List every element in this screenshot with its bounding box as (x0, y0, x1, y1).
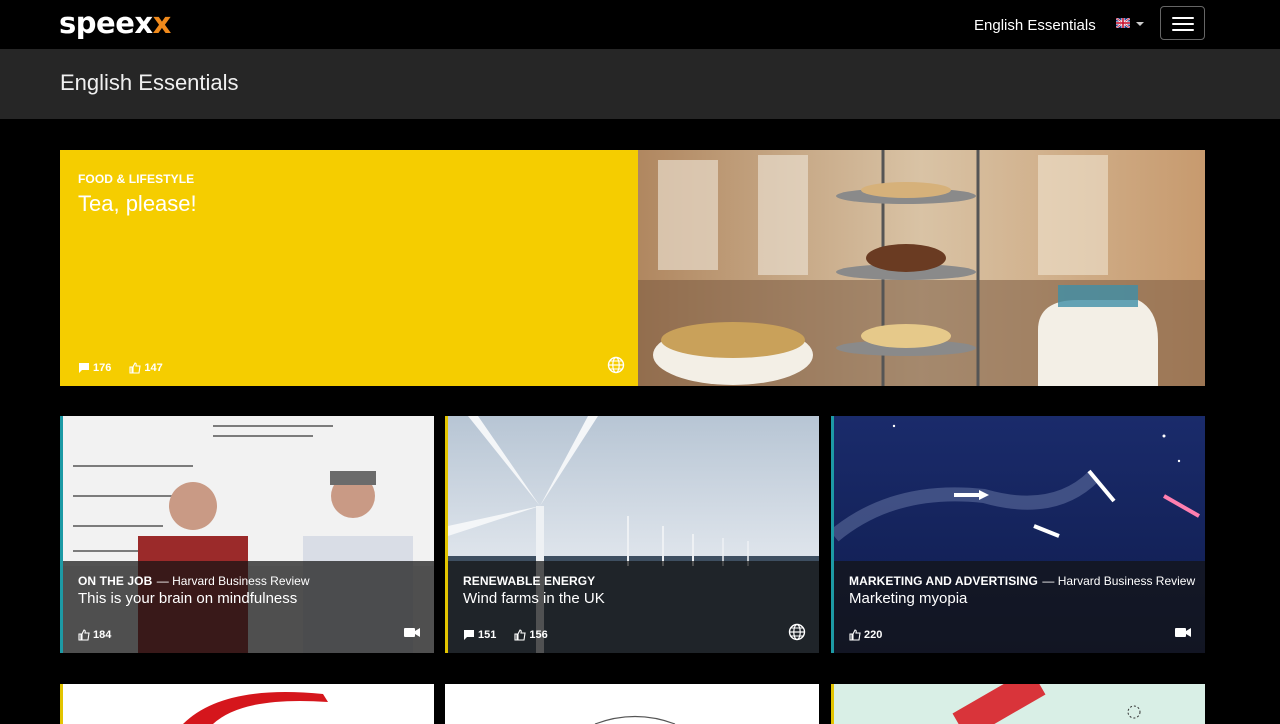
comment-icon (79, 363, 89, 373)
globe-icon (788, 623, 806, 641)
likes-count: 220 (864, 629, 883, 641)
lesson-source: — Harvard Business Review (1042, 574, 1196, 588)
comments-stat: 151 (463, 629, 496, 641)
lesson-title: This is your brain on mindfulness (78, 590, 298, 607)
lesson-thumbnail (594, 715, 676, 724)
featured-lesson-card[interactable]: FOOD & LIFESTYLE Tea, please! 176 147 (60, 150, 1205, 386)
logo-accent: x (152, 6, 172, 40)
lesson-meta: RENEWABLE ENERGY (463, 572, 595, 590)
language-selector[interactable] (1115, 17, 1145, 31)
lesson-thumbnail (183, 692, 328, 724)
lesson-source: — Harvard Business Review (156, 574, 310, 588)
lesson-card[interactable] (831, 684, 1205, 724)
lesson-category: FOOD & LIFESTYLE (78, 172, 195, 186)
likes-count: 147 (144, 362, 163, 374)
likes-count: 184 (93, 629, 112, 641)
speexx-logo[interactable]: speexx (59, 6, 171, 40)
globe-icon (607, 356, 625, 374)
lesson-thumbnail (952, 684, 1141, 724)
menu-bar-icon (1172, 29, 1194, 31)
thumbs-up-icon (78, 629, 90, 641)
thumbs-up-icon (514, 629, 526, 641)
course-link[interactable]: English Essentials (974, 17, 1096, 34)
lesson-stats: 184 (78, 629, 123, 641)
comments-count: 176 (93, 362, 112, 374)
thumbs-up-icon (849, 629, 861, 641)
chevron-down-icon (1136, 22, 1144, 26)
lesson-title: Tea, please! (78, 191, 197, 216)
likes-stat: 147 (129, 362, 163, 374)
lesson-card[interactable]: MARKETING AND ADVERTISING — Harvard Busi… (831, 416, 1205, 653)
likes-stat: 220 (849, 629, 882, 641)
thumbs-up-icon (129, 362, 141, 374)
lesson-stats: 151 156 (463, 629, 560, 641)
lesson-category: RENEWABLE ENERGY (463, 574, 596, 588)
likes-count: 156 (529, 629, 548, 641)
comment-icon (464, 630, 474, 640)
lesson-card[interactable]: RENEWABLE ENERGY Wind farms in the UK 15… (445, 416, 819, 653)
tea-stand-image (638, 150, 1205, 386)
featured-panel: FOOD & LIFESTYLE Tea, please! 176 147 (60, 150, 638, 386)
hamburger-menu-button[interactable] (1160, 6, 1205, 40)
likes-stat: 184 (78, 629, 111, 641)
video-camera-icon (404, 628, 420, 637)
lesson-category: MARKETING AND ADVERTISING (849, 574, 1038, 588)
menu-bar-icon (1172, 17, 1194, 19)
lesson-category: ON THE JOB (78, 574, 153, 588)
uk-flag-icon (1116, 18, 1130, 28)
page-header: English Essentials (0, 49, 1280, 119)
comments-stat: 176 (78, 362, 111, 374)
likes-stat: 156 (514, 629, 548, 641)
lesson-stats: 220 (849, 629, 894, 641)
page-title: English Essentials (60, 70, 239, 95)
lesson-title: Wind farms in the UK (463, 590, 605, 607)
lesson-card[interactable]: ON THE JOB — Harvard Business Review Thi… (60, 416, 434, 653)
lesson-meta: ON THE JOB — Harvard Business Review (78, 572, 310, 590)
top-navbar: speexx English Essentials (0, 0, 1280, 49)
logo-text: speex (59, 6, 153, 40)
lesson-card[interactable] (445, 684, 819, 724)
lesson-stats: 176 147 (78, 362, 175, 374)
lesson-meta: MARKETING AND ADVERTISING — Harvard Busi… (849, 572, 1195, 590)
video-camera-icon (1175, 628, 1191, 637)
comments-count: 151 (478, 629, 497, 641)
menu-bar-icon (1172, 23, 1194, 25)
lesson-title: Marketing myopia (849, 590, 968, 607)
lesson-card[interactable] (60, 684, 434, 724)
